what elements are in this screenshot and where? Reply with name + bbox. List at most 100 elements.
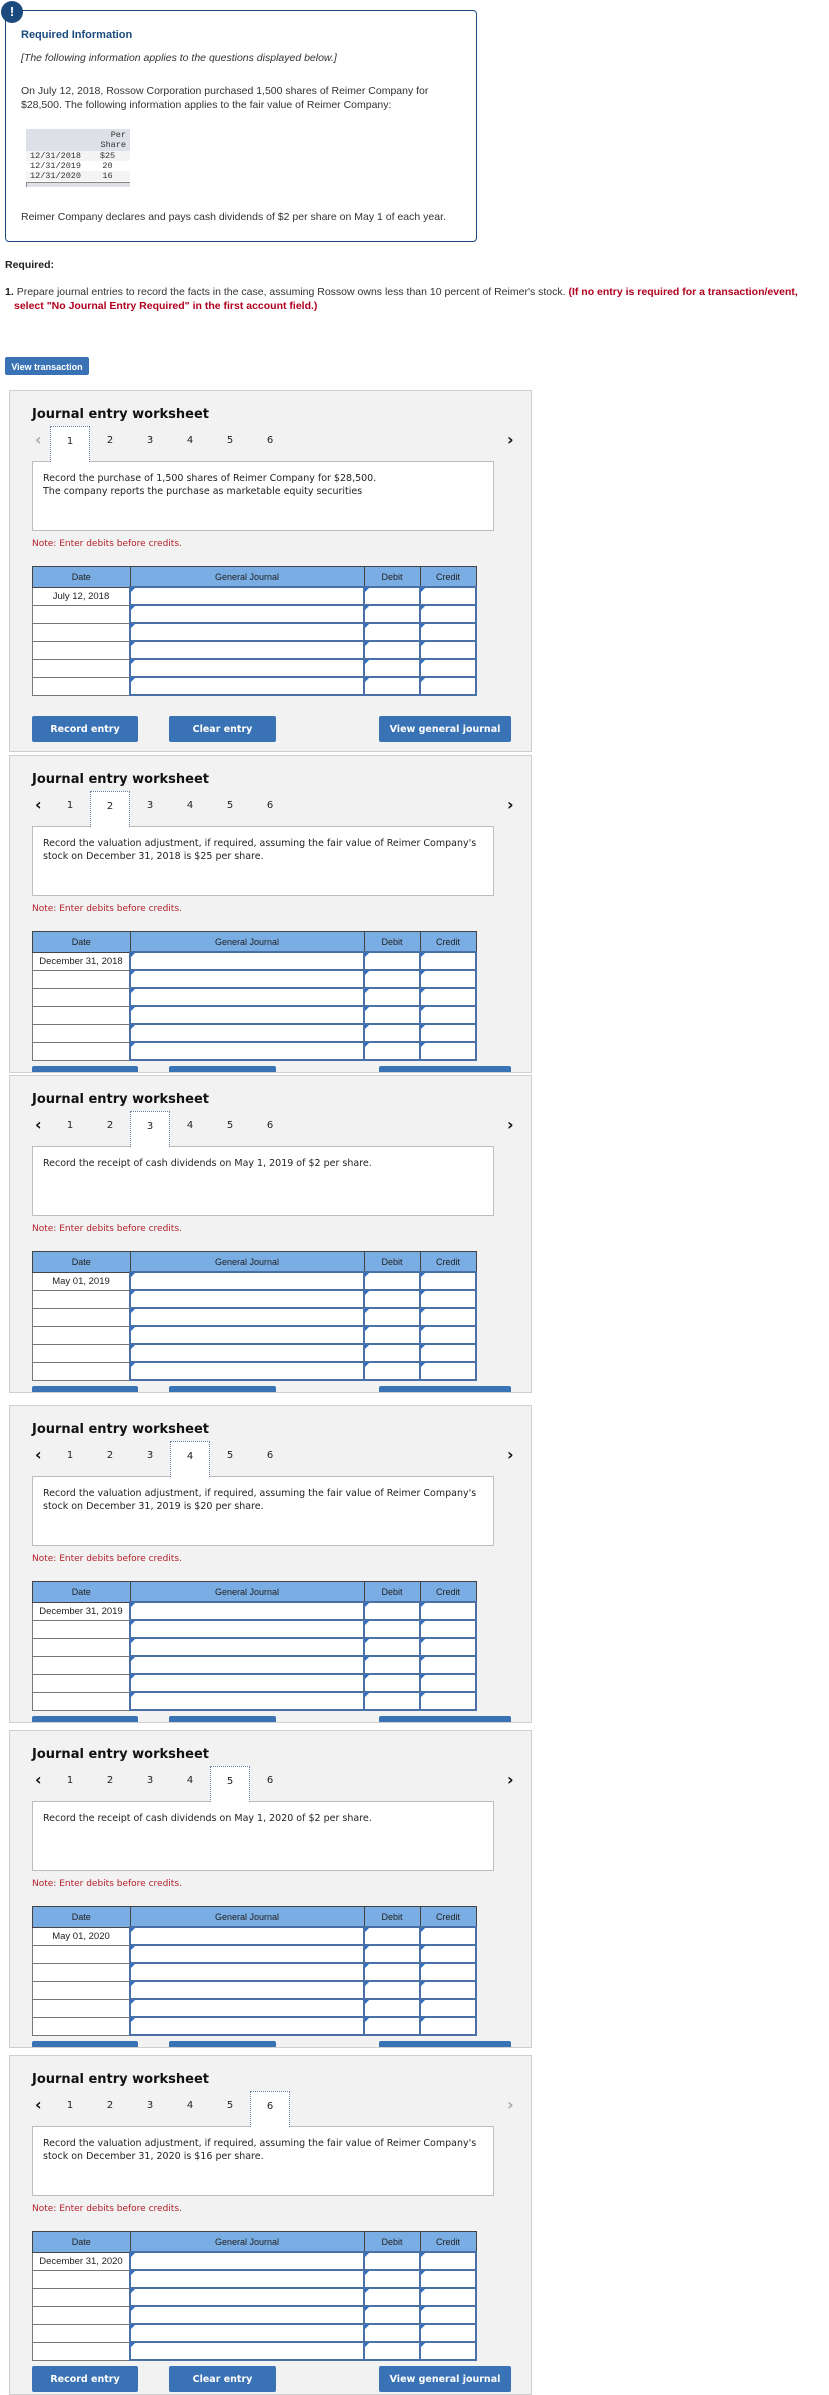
debit-field[interactable] (363, 1926, 421, 1946)
account-field[interactable] (129, 1926, 365, 1946)
account-field[interactable] (129, 1271, 365, 1291)
account-field[interactable] (129, 1962, 365, 1982)
credit-field[interactable] (419, 1005, 477, 1025)
clear-entry-button[interactable]: Clear entry (169, 1386, 276, 1392)
credit-field[interactable] (419, 676, 477, 696)
tab-1[interactable]: 1 (50, 1111, 90, 1145)
account-field[interactable] (129, 2016, 365, 2036)
account-field[interactable] (129, 987, 365, 1007)
debit-field[interactable] (363, 1023, 421, 1043)
credit-field[interactable] (419, 1307, 477, 1327)
credit-field[interactable] (419, 1041, 477, 1061)
tab-5[interactable]: 5 (210, 1111, 250, 1145)
tab-2[interactable]: 2 (90, 791, 130, 827)
account-field[interactable] (129, 1289, 365, 1309)
account-field[interactable] (129, 2323, 365, 2343)
debit-field[interactable] (363, 1041, 421, 1061)
account-field[interactable] (129, 676, 365, 696)
debit-field[interactable] (363, 1637, 421, 1657)
record-entry-button[interactable]: Record entry (32, 2041, 138, 2047)
debit-field[interactable] (363, 622, 421, 642)
record-entry-button[interactable]: Record entry (32, 1066, 138, 1072)
account-field[interactable] (129, 2305, 365, 2325)
credit-field[interactable] (419, 2323, 477, 2343)
chevron-left-icon[interactable]: ‹ (35, 1771, 42, 1789)
debit-field[interactable] (363, 1271, 421, 1291)
record-entry-button[interactable]: Record entry (32, 1386, 138, 1392)
clear-entry-button[interactable]: Clear entry (169, 1716, 276, 1722)
account-field[interactable] (129, 622, 365, 642)
tab-5[interactable]: 5 (210, 1441, 250, 1475)
debit-field[interactable] (363, 604, 421, 624)
record-entry-button[interactable]: Record entry (32, 2366, 138, 2392)
account-field[interactable] (129, 2251, 365, 2271)
debit-field[interactable] (363, 951, 421, 971)
debit-field[interactable] (363, 1673, 421, 1693)
debit-field[interactable] (363, 2323, 421, 2343)
clear-entry-button[interactable]: Clear entry (169, 1066, 276, 1072)
credit-field[interactable] (419, 1023, 477, 1043)
tab-1[interactable]: 1 (50, 791, 90, 825)
debit-field[interactable] (363, 2016, 421, 2036)
credit-field[interactable] (419, 1271, 477, 1291)
account-field[interactable] (129, 1691, 365, 1711)
account-field[interactable] (129, 658, 365, 678)
tab-2[interactable]: 2 (90, 426, 130, 460)
credit-field[interactable] (419, 969, 477, 989)
credit-field[interactable] (419, 1601, 477, 1621)
tab-6[interactable]: 6 (250, 426, 290, 460)
debit-field[interactable] (363, 1962, 421, 1982)
account-field[interactable] (129, 1655, 365, 1675)
tab-4[interactable]: 4 (170, 2091, 210, 2125)
credit-field[interactable] (419, 2251, 477, 2271)
credit-field[interactable] (419, 987, 477, 1007)
tab-1[interactable]: 1 (50, 2091, 90, 2125)
chevron-right-icon[interactable]: › (507, 1116, 514, 1134)
credit-field[interactable] (419, 604, 477, 624)
tab-3[interactable]: 3 (130, 791, 170, 825)
tab-6[interactable]: 6 (250, 1441, 290, 1475)
credit-field[interactable] (419, 2287, 477, 2307)
clear-entry-button[interactable]: Clear entry (169, 2041, 276, 2047)
debit-field[interactable] (363, 987, 421, 1007)
tab-1[interactable]: 1 (50, 426, 90, 462)
tab-5[interactable]: 5 (210, 1766, 250, 1802)
debit-field[interactable] (363, 2251, 421, 2271)
credit-field[interactable] (419, 1926, 477, 1946)
debit-field[interactable] (363, 1289, 421, 1309)
record-entry-button[interactable]: Record entry (32, 1716, 138, 1722)
debit-field[interactable] (363, 2287, 421, 2307)
credit-field[interactable] (419, 1361, 477, 1381)
debit-field[interactable] (363, 586, 421, 606)
credit-field[interactable] (419, 2269, 477, 2289)
chevron-left-icon[interactable]: ‹ (35, 431, 42, 449)
credit-field[interactable] (419, 2341, 477, 2361)
tab-1[interactable]: 1 (50, 1441, 90, 1475)
account-field[interactable] (129, 1673, 365, 1693)
credit-field[interactable] (419, 951, 477, 971)
credit-field[interactable] (419, 1325, 477, 1345)
debit-field[interactable] (363, 1361, 421, 1381)
tab-3[interactable]: 3 (130, 1766, 170, 1800)
clear-entry-button[interactable]: Clear entry (169, 716, 276, 742)
account-field[interactable] (129, 2269, 365, 2289)
debit-field[interactable] (363, 2269, 421, 2289)
account-field[interactable] (129, 1980, 365, 2000)
account-field[interactable] (129, 1343, 365, 1363)
chevron-left-icon[interactable]: ‹ (35, 2096, 42, 2114)
chevron-right-icon[interactable]: › (507, 1446, 514, 1464)
tab-6[interactable]: 6 (250, 1111, 290, 1145)
account-field[interactable] (129, 1619, 365, 1639)
view-general-journal-button[interactable]: View general journal (379, 2366, 511, 2392)
account-field[interactable] (129, 1041, 365, 1061)
credit-field[interactable] (419, 1619, 477, 1639)
tab-3[interactable]: 3 (130, 1111, 170, 1147)
account-field[interactable] (129, 1361, 365, 1381)
chevron-left-icon[interactable]: ‹ (35, 1116, 42, 1134)
account-field[interactable] (129, 969, 365, 989)
tab-3[interactable]: 3 (130, 2091, 170, 2125)
debit-field[interactable] (363, 1619, 421, 1639)
view-general-journal-button[interactable]: View general journal (379, 716, 511, 742)
debit-field[interactable] (363, 1998, 421, 2018)
tab-3[interactable]: 3 (130, 1441, 170, 1475)
